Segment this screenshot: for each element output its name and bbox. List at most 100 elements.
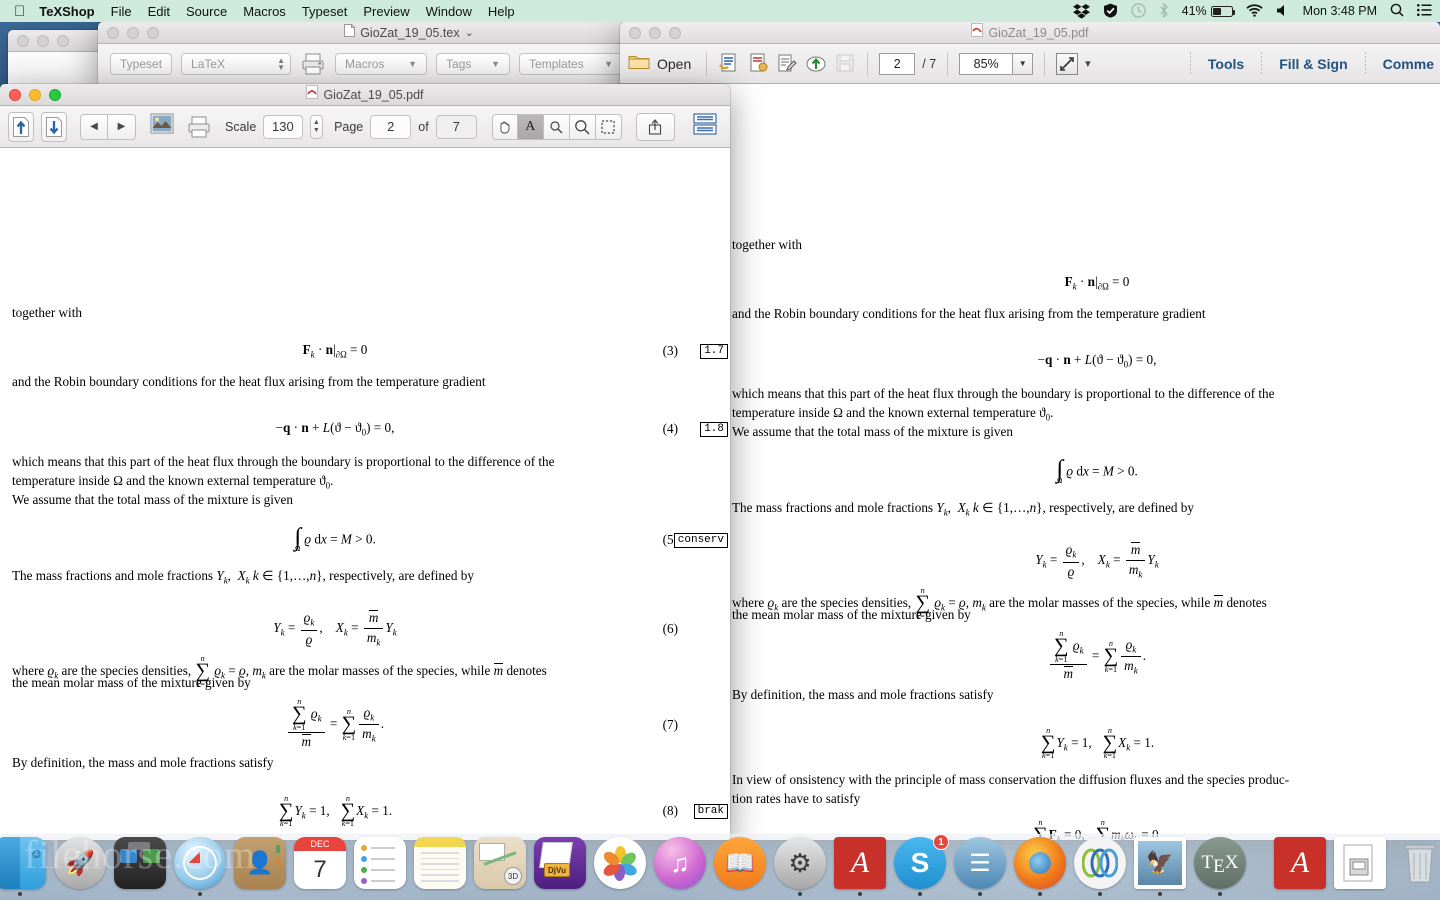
dock-item-notes[interactable] (414, 837, 466, 896)
pdf-titlebar[interactable]: GioZat_19_05.pdf (0, 84, 730, 106)
bluetooth-icon[interactable] (1159, 2, 1169, 20)
macos-dock[interactable]: ☺ 🚀 👤 DEC 7 3D DjVu ♫ 📖 ⚙ A S 1 ☰ 🦅 T E … (0, 834, 1440, 900)
apple-menu-icon[interactable]:  (14, 4, 25, 19)
dock-item-calendar[interactable]: DEC 7 (294, 837, 346, 896)
chevron-down-icon[interactable]: ▼ (1012, 53, 1033, 74)
window-controls[interactable] (8, 34, 69, 47)
title-chevron-icon[interactable]: ⌄ (465, 22, 474, 44)
pdf-window-controls[interactable] (0, 88, 61, 101)
open-button[interactable]: Open (628, 53, 695, 75)
fill-and-sign-tab[interactable]: Fill & Sign (1273, 56, 1353, 72)
scale-stepper[interactable]: ▲ ▼ (309, 114, 324, 139)
dock-item-contacts[interactable]: 👤 (234, 837, 286, 896)
dock-item-photos[interactable] (594, 837, 646, 896)
upload-cloud-icon[interactable] (805, 53, 827, 75)
dock-item-safari[interactable] (174, 837, 226, 896)
next-document-button[interactable] (41, 111, 67, 142)
search-icon[interactable] (1390, 3, 1404, 19)
dock-item-skype[interactable]: S 1 (894, 834, 949, 896)
fit-page-icon[interactable] (1056, 52, 1079, 75)
safari-icon[interactable] (174, 837, 226, 889)
acrobat-document-view[interactable]: together withFk · n|∂Ω = 0(3)1.7and the … (620, 84, 1440, 840)
mission-control-icon[interactable] (114, 837, 166, 889)
dock-item-trash[interactable] (1394, 837, 1440, 896)
preview-thumbnail-button[interactable] (149, 112, 175, 141)
reminders-icon[interactable] (354, 837, 406, 889)
adobe-acrobat-icon[interactable]: A (834, 837, 886, 889)
dock-item-maps[interactable]: 3D (474, 837, 526, 896)
dock-item-finder[interactable]: ☺ (0, 837, 46, 896)
stepper-up-icon[interactable]: ▲ (313, 119, 320, 127)
menu-item-preview[interactable]: Preview (363, 4, 409, 19)
launchpad-icon[interactable]: 🚀 (54, 837, 106, 889)
dock-item-launchpad[interactable]: 🚀 (54, 837, 106, 896)
dock-item-mendeley[interactable] (1074, 837, 1126, 896)
system-preferences-icon[interactable]: ⚙ (774, 837, 826, 889)
zoom-button[interactable] (49, 88, 61, 101)
engine-popup[interactable]: LaTeX ▲ ▼ (181, 53, 292, 75)
close-button[interactable] (17, 34, 29, 47)
previous-document-button[interactable] (8, 111, 34, 142)
minimize-button[interactable] (649, 26, 661, 39)
close-button[interactable] (629, 26, 641, 39)
texshop-icon[interactable]: TEX (1194, 837, 1246, 889)
mail-icon[interactable]: 🦅 (1134, 837, 1186, 889)
calendar-icon[interactable]: DEC 7 (294, 837, 346, 889)
comment-tab[interactable]: Comme (1377, 56, 1440, 72)
dock-item-adobe-acrobat[interactable]: A (834, 837, 886, 896)
volume-icon[interactable] (1276, 4, 1290, 19)
pdf-page-view[interactable]: together with Fk · n|∂Ω = 0 (3) 1.7 and the … (0, 148, 730, 840)
dock-item-adobe-reader-doc[interactable]: A (1274, 837, 1326, 896)
tool-mode-segmented-control[interactable]: A (491, 113, 622, 140)
dock-item-mission-control[interactable] (114, 837, 166, 896)
macros-popup[interactable]: Macros ▼ (335, 53, 428, 75)
menu-app-name[interactable]: TeXShop (39, 4, 94, 19)
previous-page-button[interactable]: ◀ (80, 113, 108, 140)
notification-center-icon[interactable] (1417, 4, 1432, 18)
wifi-icon[interactable] (1246, 3, 1263, 19)
dropbox-icon[interactable] (1072, 3, 1090, 19)
tags-popup[interactable]: Tags ▼ (436, 53, 511, 75)
menu-item-file[interactable]: File (111, 4, 132, 19)
ibooks-icon[interactable]: 📖 (714, 837, 766, 889)
dock-item-reminders[interactable] (354, 837, 406, 896)
menu-item-window[interactable]: Window (426, 4, 472, 19)
printer-icon[interactable] (300, 51, 326, 77)
text-select-tool[interactable]: A (517, 113, 544, 140)
combine-files-icon[interactable] (747, 53, 769, 75)
menu-item-edit[interactable]: Edit (148, 4, 170, 19)
tools-tab[interactable]: Tools (1202, 56, 1250, 72)
contacts-icon[interactable]: 👤 (234, 837, 286, 889)
zoom-out-icon[interactable] (543, 113, 570, 140)
zoom-button[interactable] (57, 34, 69, 47)
more-tools-chevron-icon[interactable]: ▾ (1085, 57, 1091, 70)
dock-item-firefox[interactable] (1014, 837, 1066, 896)
close-button[interactable] (9, 88, 21, 101)
openoffice-icon[interactable]: ☰ (954, 837, 1006, 889)
stepper-down-icon[interactable]: ▼ (313, 127, 320, 135)
typeset-button[interactable]: Typeset (110, 53, 173, 75)
firefox-icon[interactable] (1014, 837, 1066, 889)
navigation-segmented-control[interactable]: ◀ ▶ (80, 113, 136, 140)
downloads-stack-icon[interactable] (1334, 837, 1386, 889)
next-page-button[interactable]: ▶ (108, 113, 136, 140)
menu-item-source[interactable]: Source (186, 4, 227, 19)
notes-icon[interactable] (414, 837, 466, 889)
print-button[interactable] (186, 114, 212, 140)
dock-item-ibooks[interactable]: 📖 (714, 837, 766, 896)
page-layout-button[interactable] (692, 111, 718, 142)
maps-icon[interactable]: 3D (474, 837, 526, 889)
itunes-icon[interactable]: ♫ (654, 837, 706, 889)
dock-item-mail[interactable]: 🦅 (1134, 837, 1186, 896)
minimize-button[interactable] (29, 88, 41, 101)
dock-item-downloads-stack[interactable] (1334, 837, 1386, 896)
zoom-in-icon[interactable] (569, 113, 596, 140)
time-machine-icon[interactable] (1130, 2, 1146, 20)
dock-item-djvu-reader[interactable]: DjVu (534, 837, 586, 896)
minimize-button[interactable] (127, 26, 139, 39)
dock-item-texshop[interactable]: TEX (1194, 837, 1246, 896)
create-pdf-icon[interactable] (718, 53, 740, 75)
battery-status[interactable]: 41% (1182, 4, 1236, 18)
hand-tool-icon[interactable] (491, 113, 518, 140)
menu-item-typeset[interactable]: Typeset (302, 4, 348, 19)
